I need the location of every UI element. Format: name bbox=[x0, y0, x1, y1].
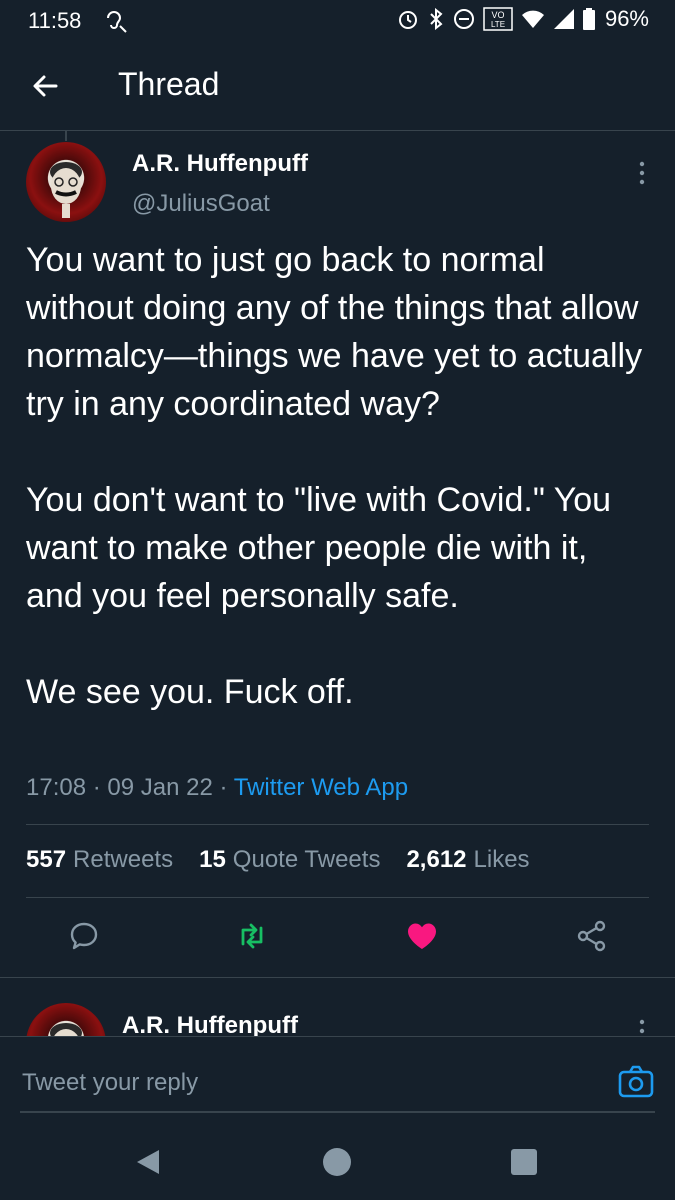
avatar-portrait-icon bbox=[50, 162, 82, 218]
likes-count: 2,612 bbox=[406, 846, 467, 873]
tweet-source-link[interactable]: Twitter Web App bbox=[234, 774, 408, 801]
page-title: Thread bbox=[118, 66, 220, 102]
retweet-icon[interactable] bbox=[234, 918, 270, 954]
tweet-date: 09 Jan 22 bbox=[107, 774, 213, 801]
divider bbox=[0, 977, 675, 978]
status-bar: 11:58 VO LTE 96% bbox=[0, 0, 675, 40]
home-circle-icon[interactable] bbox=[321, 1146, 353, 1178]
quotes-count: 15 bbox=[199, 846, 226, 873]
thread-connector bbox=[65, 131, 67, 141]
comment-icon[interactable] bbox=[66, 918, 102, 954]
battery-level: 96% bbox=[604, 6, 649, 31]
bluetooth-icon bbox=[430, 8, 443, 30]
battery-icon bbox=[582, 8, 595, 30]
back-triangle-icon[interactable] bbox=[133, 1146, 165, 1178]
input-underline bbox=[20, 1111, 655, 1113]
svg-text:VO: VO bbox=[491, 10, 504, 20]
tweet-time: 17:08 bbox=[26, 774, 87, 801]
meta-separator: · bbox=[92, 774, 101, 801]
likes-label: Likes bbox=[473, 846, 530, 873]
retweets-count: 557 bbox=[26, 846, 67, 873]
quotes-label: Quote Tweets bbox=[232, 846, 381, 873]
wifi-icon bbox=[521, 10, 544, 28]
retweets-stat[interactable]: 557 Retweets bbox=[26, 846, 173, 874]
arrow-left-icon[interactable] bbox=[26, 66, 66, 106]
reply-composer bbox=[0, 1036, 675, 1127]
tweet-stats: 557 Retweets 15 Quote Tweets 2,612 Likes bbox=[26, 846, 530, 874]
signal-icon bbox=[553, 9, 574, 29]
avatar[interactable] bbox=[26, 142, 106, 222]
share-icon[interactable] bbox=[574, 918, 610, 954]
tweet-actions bbox=[0, 918, 675, 958]
reply-input[interactable] bbox=[20, 1059, 584, 1107]
meta-separator: · bbox=[219, 774, 228, 801]
more-vertical-icon[interactable] bbox=[630, 158, 654, 188]
tweet-text: You want to just go back to normal witho… bbox=[26, 241, 643, 711]
do-not-disturb-icon bbox=[453, 9, 474, 29]
status-time: 11:58 bbox=[28, 8, 82, 33]
status-icons: VO LTE 96% bbox=[397, 6, 649, 32]
author-handle[interactable]: @JuliusGoat bbox=[132, 190, 270, 218]
tweet-meta: 17:08 · 09 Jan 22 · Twitter Web App bbox=[26, 774, 408, 802]
alarm-icon bbox=[398, 11, 417, 29]
retweets-label: Retweets bbox=[73, 846, 174, 873]
system-nav-bar bbox=[0, 1126, 675, 1200]
author-name[interactable]: A.R. Huffenpuff bbox=[132, 150, 308, 178]
svg-text:LTE: LTE bbox=[491, 20, 505, 29]
recents-square-icon[interactable] bbox=[508, 1146, 540, 1178]
thread-header: Thread bbox=[0, 40, 675, 131]
divider bbox=[26, 897, 649, 898]
likes-stat[interactable]: 2,612 Likes bbox=[406, 846, 529, 874]
quotes-stat[interactable]: 15 Quote Tweets bbox=[199, 846, 380, 874]
camera-icon[interactable] bbox=[616, 1062, 656, 1102]
divider bbox=[26, 824, 649, 825]
heart-icon[interactable] bbox=[404, 918, 440, 954]
volte-icon: VO LTE bbox=[483, 7, 513, 31]
hearing-icon bbox=[107, 11, 127, 33]
